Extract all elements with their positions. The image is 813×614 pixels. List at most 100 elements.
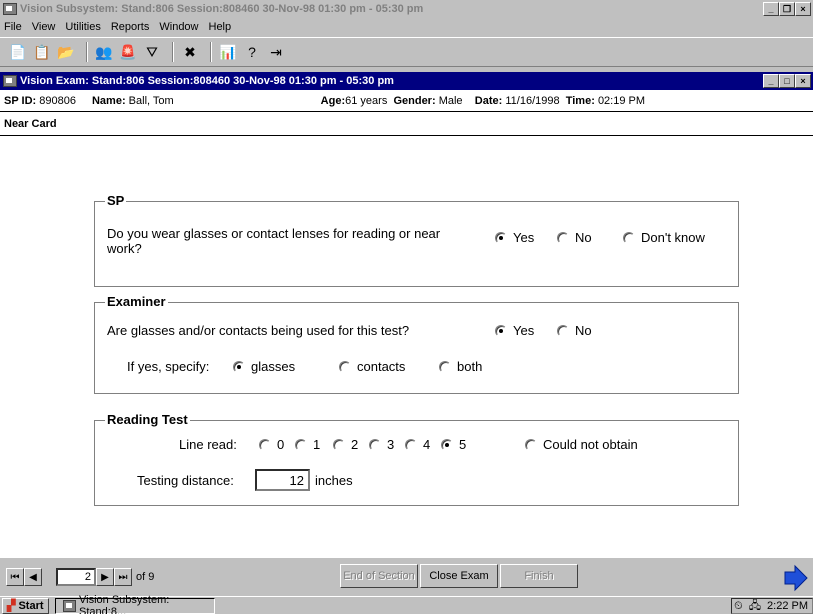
last-page-button[interactable]: ⏭ [114,568,132,586]
chart-icon[interactable]: 📊 [218,42,238,62]
prev-page-button[interactable]: ◀ [24,568,42,586]
sp-group: SP Do you wear glasses or contact lenses… [94,193,739,287]
specify-radio-both[interactable]: both [439,359,482,374]
menu-utilities[interactable]: Utilities [65,21,100,33]
gender-value: Male [438,94,463,107]
exam-window: Vision Exam: Stand:806 Session:808460 30… [0,72,813,614]
end-of-section-button[interactable]: End of Section [340,564,418,588]
radio-indicator [557,324,569,337]
tools-icon[interactable]: ✖ [180,42,200,62]
finish-button[interactable]: Finish [500,564,578,588]
sp-radio-dont-know[interactable]: Don't know [623,230,705,245]
help-icon[interactable]: ? [242,42,262,62]
clock-tray-icon[interactable]: ⏲ [734,600,743,613]
section-title: Near Card [4,118,57,130]
users-icon[interactable]: 👥 [94,42,114,62]
sp-group-label: SP [105,193,127,208]
taskbar-app-icon [62,599,77,612]
taskbar-app-button[interactable]: Vision Subsystem: Stand:8... [54,594,215,614]
line-radio-3[interactable]: 3 [369,437,394,452]
radio-indicator [369,438,381,451]
patient-info-bar: SP ID: 890806 Name: Ball, Tom Age: 61 ye… [0,90,813,112]
menu-file[interactable]: File [4,21,22,33]
radio-label: both [457,359,483,374]
exam-window-title-bar: Vision Exam: Stand:806 Session:808460 30… [0,72,813,90]
app-title-bar: Vision Subsystem: Stand:806 Session:8084… [0,0,813,18]
close-button[interactable]: × [795,2,811,16]
exam-content: SP ID: 890806 Name: Ball, Tom Age: 61 ye… [0,90,813,558]
close-exam-button[interactable]: Close Exam [420,564,498,588]
network-tray-icon[interactable]: 🖧 [749,597,761,614]
new-icon[interactable]: 📄 [8,42,28,62]
toolbar-separator [86,42,88,62]
examiner-question: Are glasses and/or contacts being used f… [107,323,410,338]
clock: 2:22 PM [767,600,808,612]
open-icon[interactable]: 📂 [56,42,76,62]
line-radio-could-not-obtain[interactable]: Could not obtain [525,437,638,452]
line-radio-4[interactable]: 4 [405,437,430,452]
toolbar: 📄 📋 📂 👥 🚨 ⛛ ✖ 📊 ? ⇥ [0,37,813,67]
time-value: 02:19 PM [597,94,646,107]
line-radio-5[interactable]: 5 [441,437,466,452]
radio-indicator [259,438,271,451]
system-tray: ⏲ 🖧 2:22 PM [731,598,813,614]
restore-button[interactable]: ❐ [779,2,795,16]
exam-maximize-button[interactable]: □ [779,74,795,88]
specify-radio-glasses[interactable]: glasses [233,359,295,374]
menu-help[interactable]: Help [209,21,232,33]
menu-window[interactable]: Window [159,21,198,33]
name-label: Name: [91,94,126,107]
examiner-group: Examiner Are glasses and/or contacts bei… [94,294,739,394]
menu-reports[interactable]: Reports [111,21,150,33]
radio-indicator [557,231,569,244]
filter-icon[interactable]: ⛛ [142,42,162,62]
next-arrow-icon[interactable] [781,564,811,592]
radio-label: 1 [313,437,321,452]
radio-indicator [525,438,537,451]
time-label: Time: [565,94,595,107]
examiner-radio-yes[interactable]: Yes [495,323,534,338]
app-icon [3,3,17,15]
minimize-button[interactable]: _ [763,2,779,16]
radio-indicator [495,231,507,244]
menu-view[interactable]: View [32,21,56,33]
exit-icon[interactable]: ⇥ [266,42,286,62]
sp-id-label: SP ID: [4,94,37,107]
radio-label: 4 [423,437,431,452]
app-title: Vision Subsystem: Stand:806 Session:8084… [20,3,424,15]
age-label: Age: [320,94,346,107]
specify-radio-contacts[interactable]: contacts [339,359,405,374]
windows-logo-icon: ▞ [7,600,16,612]
radio-indicator [623,231,635,244]
first-page-button[interactable]: ⏮ [6,568,24,586]
radio-indicator [233,360,245,373]
radio-indicator [439,360,451,373]
testing-distance-unit: inches [315,473,353,488]
exam-close-button[interactable]: × [795,74,811,88]
next-page-button[interactable]: ▶ [96,568,114,586]
alert-icon[interactable]: 🚨 [118,42,138,62]
line-radio-2[interactable]: 2 [333,437,358,452]
page-number-input[interactable]: 2 [56,568,96,586]
start-button[interactable]: ▞ Start [2,597,49,614]
start-label: Start [18,599,44,612]
line-radio-0[interactable]: 0 [259,437,284,452]
clipboard-icon[interactable]: 📋 [32,42,52,62]
radio-label: 2 [351,437,359,452]
sp-radio-no[interactable]: No [557,230,592,245]
exam-window-title: Vision Exam: Stand:806 Session:808460 30… [20,75,394,87]
line-radio-1[interactable]: 1 [295,437,320,452]
radio-indicator [405,438,417,451]
radio-label: Yes [513,323,535,338]
navigation-bar: ⏮ ◀ 2 ▶ ⏭ of 9 End of Section Close Exam… [0,558,813,596]
reading-test-group-label: Reading Test [105,412,190,427]
exam-minimize-button[interactable]: _ [763,74,779,88]
radio-label: contacts [357,359,406,374]
sp-radio-yes[interactable]: Yes [495,230,534,245]
examiner-radio-no[interactable]: No [557,323,592,338]
testing-distance-label: Testing distance: [137,473,234,488]
examiner-group-label: Examiner [105,294,168,309]
radio-label: No [575,230,592,245]
sp-question: Do you wear glasses or contact lenses fo… [107,226,441,256]
testing-distance-input[interactable]: 12 [255,469,310,491]
